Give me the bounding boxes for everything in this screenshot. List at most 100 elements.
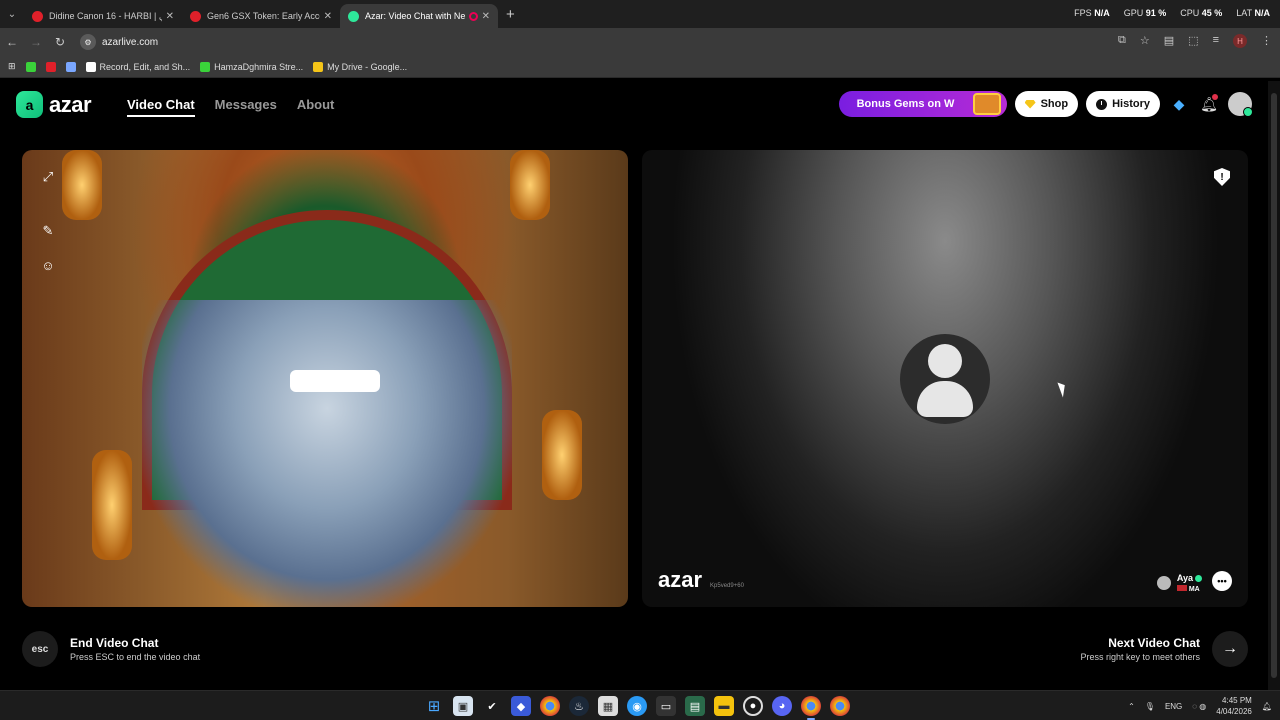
magic-wand-icon[interactable]: ✎ <box>37 220 59 242</box>
face-filter-icon[interactable]: ☺ <box>37 254 59 276</box>
chat-bubble-icon[interactable]: ••• <box>1212 571 1232 591</box>
white-sunglasses <box>290 370 380 392</box>
site-info-icon[interactable]: ⚙ <box>80 34 96 50</box>
bookmark-item[interactable] <box>65 61 76 72</box>
tray-overflow-icon[interactable]: ⌃ <box>1128 702 1135 711</box>
notification-bell-icon[interactable]: 🔔︎ <box>1198 93 1220 115</box>
close-tab-icon[interactable]: ✕ <box>324 11 332 22</box>
next-chat-title: Next Video Chat <box>1108 636 1200 650</box>
kick-icon <box>25 61 36 72</box>
lat-stat: LAT N/A <box>1236 8 1270 18</box>
browser-tab-1[interactable]: Gen6 GSX Token: Early Access & ✕ <box>182 4 340 28</box>
chrome-active-icon[interactable] <box>801 696 821 720</box>
azar-logo-icon: a <box>16 91 43 118</box>
reload-icon[interactable]: ↻ <box>48 35 72 49</box>
bookmark-item[interactable] <box>45 61 56 72</box>
checkmark-app-icon[interactable]: ✔ <box>482 696 502 716</box>
kick-icon <box>200 61 211 72</box>
recording-icon <box>468 11 478 21</box>
store-icon[interactable]: ▦ <box>598 696 618 716</box>
browser-menu-icon[interactable]: ⋮ <box>1261 34 1272 48</box>
gemini-icon <box>65 61 76 72</box>
nav-video-chat[interactable]: Video Chat <box>127 97 195 117</box>
bonus-gems-button[interactable]: Bonus Gems on W <box>838 91 1007 117</box>
expand-video-icon[interactable]: ⤢ <box>37 166 59 188</box>
esc-button[interactable]: esc <box>22 631 58 667</box>
new-tab-icon[interactable]: + <box>506 6 515 23</box>
forward-icon[interactable]: → <box>24 35 48 49</box>
task-view-icon[interactable]: ▣ <box>453 696 473 716</box>
gem-icon <box>1024 99 1036 109</box>
gems-balance-icon[interactable]: ◆ <box>1168 93 1190 115</box>
notifications-icon[interactable]: 🔔︎ <box>1262 702 1272 711</box>
file-explorer-icon[interactable]: ▬ <box>714 696 734 716</box>
browser-tab-0[interactable]: Didine Canon 16 - HARBI | حربي ✕ <box>24 4 182 28</box>
bookmark-star-icon[interactable]: ☆ <box>1140 34 1150 48</box>
extensions-puzzle-icon[interactable]: ⬚ <box>1188 34 1198 48</box>
peer-info[interactable]: Aya MA <box>1156 573 1202 593</box>
end-video-chat-control[interactable]: esc End Video Chat Press ESC to end the … <box>22 631 200 667</box>
discord-icon[interactable]: ◕ <box>772 696 792 716</box>
clock-icon <box>1096 98 1108 110</box>
tab-title: Didine Canon 16 - HARBI | حربي <box>49 10 162 21</box>
page-scrollbar[interactable] <box>1268 81 1280 690</box>
bookmark-label: HamzaDghmira Stre... <box>214 61 304 72</box>
peer-name-row: Aya <box>1177 573 1202 583</box>
report-shield-icon[interactable]: ! <box>1214 168 1230 186</box>
bookmark-item[interactable]: My Drive - Google... <box>313 61 407 72</box>
obs-icon[interactable]: ● <box>743 696 763 716</box>
verified-icon <box>1195 574 1202 582</box>
lantern-decoration <box>542 410 582 500</box>
nav-about[interactable]: About <box>297 97 335 117</box>
bookmark-item[interactable]: HamzaDghmira Stre... <box>200 61 304 72</box>
microphone-icon[interactable]: 🎙︎ <box>1145 702 1155 711</box>
next-arrow-button[interactable]: → <box>1212 631 1248 667</box>
gmail-icon <box>85 61 96 72</box>
bookmark-item[interactable] <box>25 61 36 72</box>
tab-search-icon[interactable]: ⌄ <box>0 0 24 28</box>
lantern-decoration <box>62 150 102 220</box>
azar-app: a azar Video Chat Messages About Bonus G… <box>0 81 1268 690</box>
shop-button[interactable]: Shop <box>1014 91 1079 117</box>
url-field[interactable]: ⚙ azarlive.com <box>80 32 158 52</box>
windows-start-icon[interactable]: ⊞ <box>424 696 444 716</box>
network-volume-icon[interactable]: ◌ ◍ <box>1192 702 1206 711</box>
media-control-icon[interactable]: ≡ <box>1213 34 1219 48</box>
steam-icon[interactable]: ♨ <box>569 696 589 716</box>
azar-favicon-icon <box>348 10 359 22</box>
notification-badge <box>1212 94 1218 100</box>
next-video-chat-control[interactable]: Next Video Chat Press right key to meet … <box>1080 631 1248 667</box>
address-bar-row: ← → ↻ ⚙ azarlive.com ⧉ ☆ ▤ ⬚ ≡ H ⋮ <box>0 28 1280 56</box>
terminal-icon[interactable]: ▭ <box>656 696 676 716</box>
tab-title: Azar: Video Chat with New <box>365 11 465 21</box>
profile-avatar-button[interactable] <box>1228 92 1253 117</box>
apps-grid-icon[interactable]: ⊞ <box>8 61 16 72</box>
remote-placeholder-avatar-icon <box>900 334 990 424</box>
back-icon[interactable]: ← <box>0 35 24 49</box>
bookmark-item[interactable]: Record, Edit, and Sh... <box>85 61 190 72</box>
install-app-icon[interactable]: ⧉ <box>1118 34 1126 48</box>
taskbar-clock[interactable]: 4:45 PM 4/04/2026 <box>1216 695 1252 717</box>
close-tab-icon[interactable]: ✕ <box>482 11 490 22</box>
scrollbar-thumb[interactable] <box>1271 93 1277 678</box>
chrome-icon[interactable] <box>540 696 560 716</box>
url-text: azarlive.com <box>102 36 159 48</box>
azar-logo[interactable]: a azar <box>16 91 92 118</box>
google-drive-icon <box>313 61 324 72</box>
main-nav: Video Chat Messages About <box>127 97 334 117</box>
chrome-profile-icon[interactable] <box>830 696 850 716</box>
close-tab-icon[interactable]: ✕ <box>166 11 174 22</box>
blue-app-icon[interactable]: ◆ <box>511 696 531 716</box>
webcam-person <box>142 300 512 607</box>
language-indicator[interactable]: ENG <box>1165 702 1182 711</box>
profile-avatar[interactable]: H <box>1233 34 1247 48</box>
extension-icon[interactable]: ▤ <box>1164 34 1174 48</box>
lantern-decoration <box>92 450 132 560</box>
shop-label: Shop <box>1040 98 1069 110</box>
editor-icon[interactable]: ▤ <box>685 696 705 716</box>
nav-messages[interactable]: Messages <box>215 97 277 117</box>
history-button[interactable]: History <box>1086 91 1160 117</box>
game-app-icon[interactable]: ◉ <box>627 696 647 716</box>
browser-toolbar: ⧉ ☆ ▤ ⬚ ≡ H ⋮ <box>1118 34 1272 48</box>
browser-tab-2[interactable]: Azar: Video Chat with New ✕ <box>340 4 498 28</box>
